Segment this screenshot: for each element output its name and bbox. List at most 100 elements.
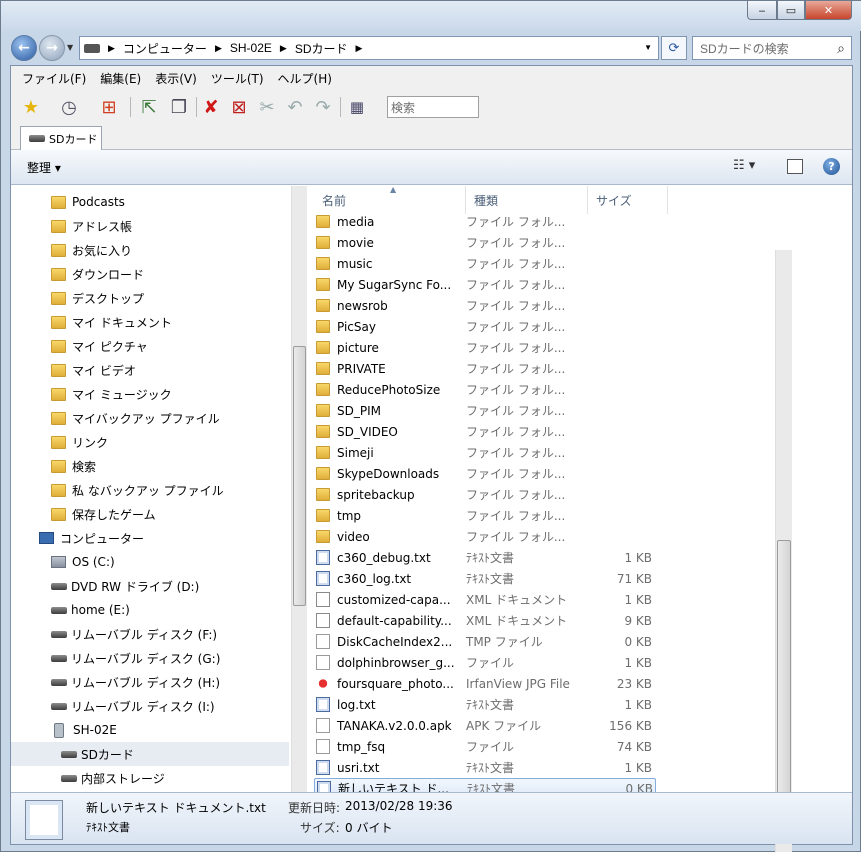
file-row[interactable]: SD_PIM ファイル フォル...: [314, 400, 656, 421]
nav-item[interactable]: 私 なバックアッ プファイル: [11, 478, 289, 502]
menu-help[interactable]: ヘルプ(H): [271, 70, 339, 87]
refresh-button[interactable]: ⟳: [661, 36, 687, 60]
nav-item[interactable]: リムーバブル ディスク (G:): [11, 646, 289, 670]
file-row[interactable]: usri.txt ﾃｷｽﾄ文書 1 KB: [314, 757, 656, 778]
nav-item[interactable]: マイ ミュージック: [11, 382, 289, 406]
chevron-right-icon[interactable]: ▶: [276, 43, 291, 54]
file-row[interactable]: 新しいテキスト ド... ﾃｷｽﾄ文書 0 KB: [314, 778, 656, 792]
menu-view[interactable]: 表示(V): [148, 70, 204, 87]
file-row[interactable]: PicSay ファイル フォル...: [314, 316, 656, 337]
file-row[interactable]: picture ファイル フォル...: [314, 337, 656, 358]
organize-button[interactable]: 整理 ▾: [27, 159, 61, 176]
nav-item[interactable]: アドレス帳: [11, 214, 289, 238]
nav-item[interactable]: リムーバブル ディスク (F:): [11, 622, 289, 646]
nav-item[interactable]: リムーバブル ディスク (I:): [11, 694, 289, 718]
file-row[interactable]: c360_debug.txt ﾃｷｽﾄ文書 1 KB: [314, 547, 656, 568]
nav-item[interactable]: OS (C:): [11, 550, 289, 574]
title-bar[interactable]: ‒ ▭ ✕: [1, 1, 861, 31]
nav-scrollbar[interactable]: [291, 186, 307, 792]
menu-tools[interactable]: ツール(T): [204, 70, 271, 87]
maximize-button[interactable]: ▭: [777, 1, 805, 20]
redo-icon[interactable]: ↷: [311, 95, 335, 119]
tab-sdcard[interactable]: SDカード: [20, 126, 102, 150]
recent-pages-dropdown[interactable]: ▼: [67, 43, 73, 52]
file-row[interactable]: PRIVATE ファイル フォル...: [314, 358, 656, 379]
nav-item[interactable]: home (E:): [11, 598, 289, 622]
column-header-type[interactable]: 種類: [466, 186, 588, 214]
file-row[interactable]: My SugarSync Fo... ファイル フォル...: [314, 274, 656, 295]
star-icon[interactable]: ★: [19, 95, 43, 119]
close-button[interactable]: ✕: [805, 1, 852, 20]
file-row[interactable]: TANAKA.v2.0.0.apk APK ファイル 156 KB: [314, 715, 656, 736]
undo-icon[interactable]: ↶: [283, 95, 307, 119]
breadcrumb-sdcard[interactable]: SDカード: [291, 40, 352, 57]
back-button[interactable]: ←: [11, 35, 37, 61]
cut-icon[interactable]: ✂: [255, 95, 279, 119]
nav-item[interactable]: マイ ドキュメント: [11, 310, 289, 334]
preview-pane-button[interactable]: [787, 159, 803, 174]
file-row[interactable]: SkypeDownloads ファイル フォル...: [314, 463, 656, 484]
file-row[interactable]: movie ファイル フォル...: [314, 232, 656, 253]
nav-scroll-thumb[interactable]: [293, 346, 306, 606]
nav-item[interactable]: お気に入り: [11, 238, 289, 262]
nav-item[interactable]: DVD RW ドライブ (D:): [11, 574, 289, 598]
file-row[interactable]: customized-capa... XML ドキュメント 1 KB: [314, 589, 656, 610]
chevron-right-icon[interactable]: ▶: [104, 43, 119, 54]
file-row[interactable]: spritebackup ファイル フォル...: [314, 484, 656, 505]
column-header-name[interactable]: 名前: [314, 186, 466, 214]
file-row[interactable]: foursquare_photo... IrfanView JPG File 23 …: [314, 673, 656, 694]
nav-item[interactable]: ダウンロード: [11, 262, 289, 286]
file-row[interactable]: default-capability... XML ドキュメント 9 KB: [314, 610, 656, 631]
nav-item[interactable]: SH-02E: [11, 718, 289, 742]
column-header-size[interactable]: サイズ: [588, 186, 668, 214]
windows-icon[interactable]: ⊞: [97, 95, 121, 119]
file-row[interactable]: tmp_fsq ファイル 74 KB: [314, 736, 656, 757]
file-row[interactable]: music ファイル フォル...: [314, 253, 656, 274]
nav-item[interactable]: リンク: [11, 430, 289, 454]
file-row[interactable]: log.txt ﾃｷｽﾄ文書 1 KB: [314, 694, 656, 715]
history-icon[interactable]: ◷: [57, 95, 81, 119]
view-icon[interactable]: ▦: [345, 95, 369, 119]
file-row[interactable]: DiskCacheIndex2... TMP ファイル 0 KB: [314, 631, 656, 652]
menu-file[interactable]: ファイル(F): [15, 70, 93, 87]
delete-alt-icon[interactable]: ⊠: [227, 95, 251, 119]
file-row[interactable]: SD_VIDEO ファイル フォル...: [314, 421, 656, 442]
change-view-button[interactable]: ☷ ▾: [733, 158, 755, 173]
nav-item[interactable]: Podcasts: [11, 190, 289, 214]
address-bar[interactable]: ▶ コンピューター ▶ SH-02E ▶ SDカード ▶ ▼: [79, 36, 659, 60]
move-icon[interactable]: ⇱: [137, 95, 161, 119]
nav-item[interactable]: 検索: [11, 454, 289, 478]
file-row[interactable]: Simeji ファイル フォル...: [314, 442, 656, 463]
address-history-dropdown[interactable]: ▼: [644, 43, 652, 52]
file-list-scrollbar[interactable]: [775, 250, 792, 852]
search-input[interactable]: SDカードの検索 ⌕: [692, 36, 852, 60]
nav-item[interactable]: リムーバブル ディスク (H:): [11, 670, 289, 694]
chevron-right-icon[interactable]: ▶: [211, 43, 226, 54]
copy-icon[interactable]: ❐: [167, 95, 191, 119]
nav-item[interactable]: マイ ビデオ: [11, 358, 289, 382]
file-row[interactable]: dolphinbrowser_g... ファイル 1 KB: [314, 652, 656, 673]
breadcrumb-device[interactable]: SH-02E: [226, 41, 276, 55]
file-row[interactable]: tmp ファイル フォル...: [314, 505, 656, 526]
search-icon[interactable]: ⌕: [837, 40, 845, 57]
nav-item[interactable]: コンピューター: [11, 526, 289, 550]
toolbar-search-input[interactable]: 検索: [387, 96, 479, 118]
file-row[interactable]: media ファイル フォル...: [314, 211, 656, 232]
chevron-right-icon[interactable]: ▶: [351, 43, 366, 54]
delete-icon[interactable]: ✘: [199, 95, 223, 119]
nav-item[interactable]: 内部ストレージ: [11, 766, 289, 790]
minimize-button[interactable]: ‒: [747, 1, 777, 20]
file-row[interactable]: video ファイル フォル...: [314, 526, 656, 547]
forward-button[interactable]: →: [39, 35, 65, 61]
nav-item[interactable]: マイ ピクチャ: [11, 334, 289, 358]
breadcrumb-computer[interactable]: コンピューター: [119, 40, 211, 57]
file-row[interactable]: c360_log.txt ﾃｷｽﾄ文書 71 KB: [314, 568, 656, 589]
nav-item[interactable]: SDカード: [11, 742, 289, 766]
menu-edit[interactable]: 編集(E): [93, 70, 148, 87]
file-row[interactable]: ReducePhotoSize ファイル フォル...: [314, 379, 656, 400]
nav-item[interactable]: デスクトップ: [11, 286, 289, 310]
nav-item[interactable]: マイバックアッ プファイル: [11, 406, 289, 430]
help-button[interactable]: ?: [823, 158, 840, 175]
nav-item[interactable]: 保存したゲーム: [11, 502, 289, 526]
file-row[interactable]: newsrob ファイル フォル...: [314, 295, 656, 316]
